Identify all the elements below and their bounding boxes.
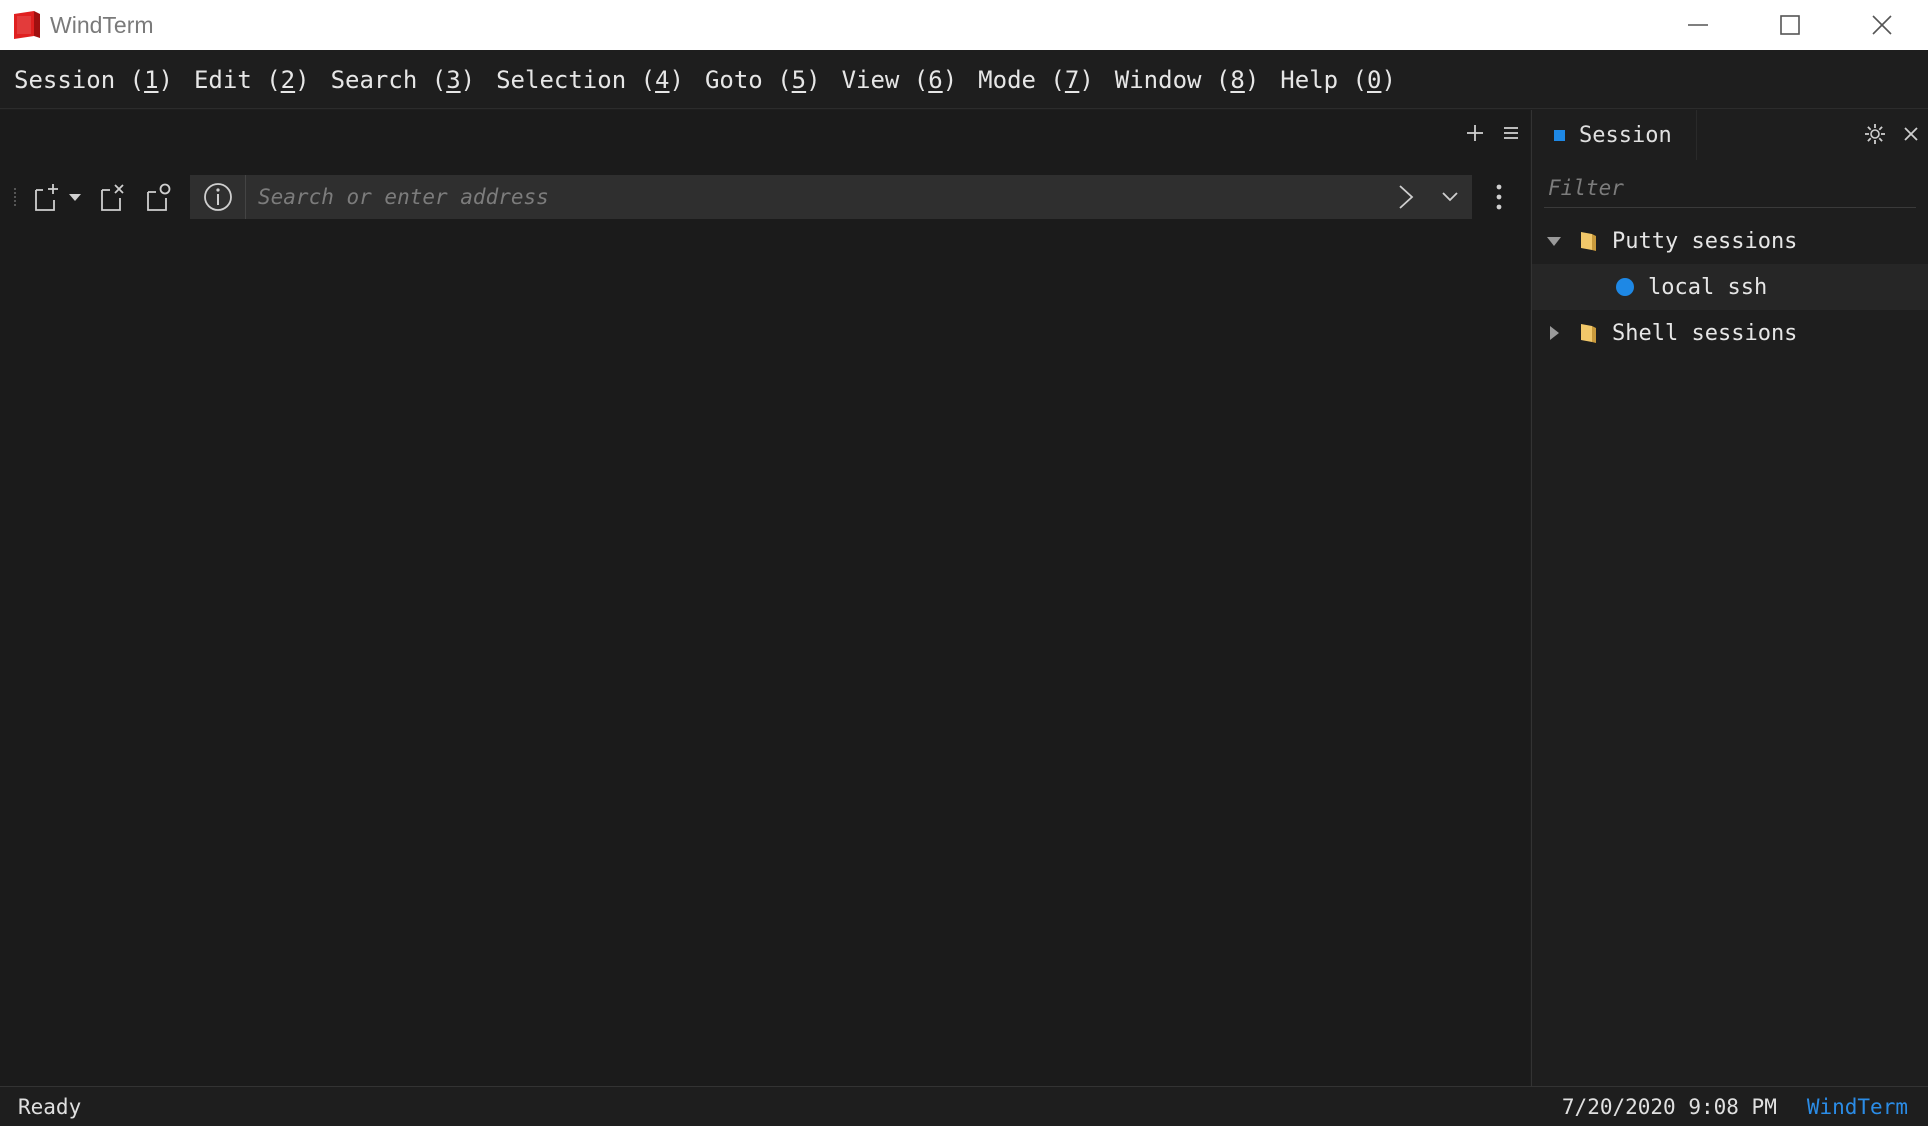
new-tab-button[interactable] [1462,120,1488,146]
panel-settings-button[interactable] [1862,121,1888,147]
toolbar-grip-handle[interactable] [14,188,20,206]
app-logo-icon [12,10,42,40]
tree-item-local-ssh[interactable]: local ssh [1532,264,1928,310]
more-vertical-icon [1496,184,1502,210]
tab-session[interactable]: Session [1532,110,1697,160]
menu-view[interactable]: View (6) [842,66,958,94]
title-bar: WindTerm [0,0,1928,50]
address-history-dropdown[interactable] [1428,175,1472,219]
folder-icon [1578,322,1598,344]
window-controls [1652,0,1928,50]
tree-item-label: Shell sessions [1612,320,1798,346]
close-button[interactable] [1836,0,1928,50]
status-text: Ready [18,1094,82,1119]
status-right: 7/20/2020 9:08 PM WindTerm [1562,1087,1908,1126]
session-tree: Putty sessions local ssh Shell sessions [1532,218,1928,356]
panel-close-button[interactable] [1898,121,1924,147]
session-status-dot-icon [1616,278,1634,296]
toolbar-more-button[interactable] [1484,177,1514,217]
maximize-button[interactable] [1744,0,1836,50]
duplicate-session-button[interactable] [142,180,176,214]
menu-session[interactable]: Session (1) [14,66,173,94]
session-panel: Session Filter Putty sessions local ssh … [1531,110,1928,1086]
session-tab-marker-icon [1554,129,1565,141]
menu-window[interactable]: Window (8) [1115,66,1260,94]
session-tab-label: Session [1579,122,1672,148]
new-session-icon [35,184,58,211]
menu-search[interactable]: Search (3) [331,66,476,94]
status-bar: Ready 7/20/2020 9:08 PM WindTerm [0,1086,1928,1126]
minimize-button[interactable] [1652,0,1744,50]
tab-list-button[interactable] [1498,120,1524,146]
expand-arrow-down-icon[interactable] [1544,231,1564,251]
caret-down-icon [69,194,81,201]
folder-icon [1578,230,1598,252]
status-datetime: 7/20/2020 9:08 PM [1561,1095,1777,1119]
session-filter [1544,168,1916,208]
close-session-icon [101,184,124,211]
new-session-button[interactable] [30,180,64,214]
tree-item-label: local ssh [1648,274,1768,300]
tab-strip-actions [1462,120,1524,146]
duplicate-session-icon [147,183,171,211]
chevron-right-icon [1399,185,1414,209]
maximize-icon [1780,15,1800,35]
panel-actions [1862,121,1924,147]
connect-button[interactable] [1384,175,1428,219]
menu-lines-icon [1504,127,1518,139]
info-icon [203,183,232,211]
filter-input[interactable] [1544,175,1916,200]
menu-selection[interactable]: Selection (4) [496,66,684,94]
status-brand-link[interactable]: WindTerm [1807,1095,1908,1119]
tree-folder-putty-sessions[interactable]: Putty sessions [1532,218,1928,264]
minimize-icon [1688,24,1708,26]
menu-help[interactable]: Help (0) [1280,66,1396,94]
tree-item-label: Putty sessions [1612,228,1798,254]
menu-goto[interactable]: Goto (5) [705,66,821,94]
close-session-button[interactable] [96,180,130,214]
menu-bar: Session (1) Edit (2) Search (3) Selectio… [0,51,1928,109]
menu-mode[interactable]: Mode (7) [978,66,1094,94]
window-title: WindTerm [50,11,154,38]
menu-edit[interactable]: Edit (2) [194,66,310,94]
session-panel-header: Session [1532,110,1928,160]
terminal-area [0,110,1530,1086]
close-icon [1904,127,1918,141]
address-toolbar [0,173,1530,221]
address-info-button[interactable] [190,175,246,219]
tree-folder-shell-sessions[interactable]: Shell sessions [1532,310,1928,356]
new-session-dropdown[interactable] [64,180,86,214]
plus-icon [1467,125,1483,141]
expand-arrow-right-icon[interactable] [1544,323,1564,343]
address-bar [190,175,1472,219]
close-icon [1872,15,1892,35]
chevron-down-icon [1442,192,1458,202]
address-input[interactable] [246,175,1384,219]
gear-icon [1865,124,1885,144]
